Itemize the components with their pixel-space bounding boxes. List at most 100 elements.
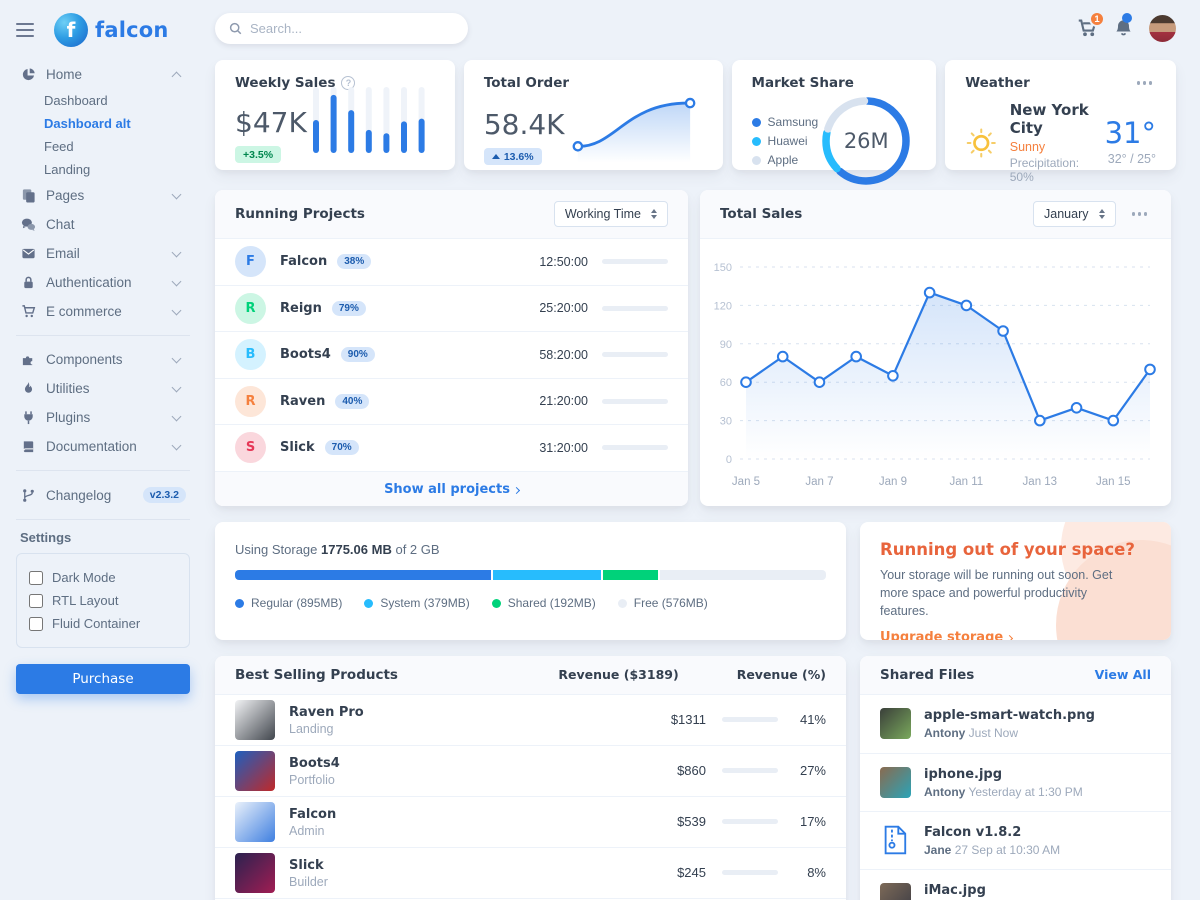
topbar: 1 [215, 0, 1176, 56]
list-item: Falcon v1.8.2 Jane 27 Sep at 10:30 AM [860, 811, 1171, 869]
project-progress-badge: 90% [341, 347, 375, 362]
running-projects-card: Running Projects Working Time F Falcon 3… [215, 190, 688, 506]
chevron-up-icon [172, 71, 182, 81]
stats-row: Weekly Sales ? $47K +3.5% Total Order 58… [215, 60, 1176, 170]
product-name-link[interactable]: Boots4 [289, 756, 340, 771]
dark-mode-checkbox[interactable] [29, 571, 43, 585]
view-all-link[interactable]: View All [1095, 667, 1151, 682]
file-thumbnail [880, 883, 911, 900]
sidebar-item-ecommerce[interactable]: E commerce [16, 297, 190, 326]
storage-card: Using Storage 1775.06 MB of 2 GB Regular… [215, 522, 846, 640]
sidebar-item-email[interactable]: Email [16, 239, 190, 268]
rtl-layout-checkbox[interactable] [29, 594, 43, 608]
brand-name: falcon [95, 18, 169, 42]
revenue-pct-column-header: Revenue (%) [737, 667, 826, 682]
file-name-link[interactable]: apple-smart-watch.png [924, 708, 1095, 723]
chevron-down-icon [172, 353, 182, 363]
product-thumbnail [235, 802, 275, 842]
sidebar-item-components[interactable]: Components [16, 345, 190, 374]
ellipsis-menu-icon[interactable] [1128, 208, 1152, 220]
svg-text:30: 30 [720, 416, 732, 428]
ellipsis-menu-icon[interactable] [1133, 77, 1157, 89]
weather-range: 32° / 25° [1105, 152, 1156, 166]
fluid-container-checkbox[interactable] [29, 617, 43, 631]
file-name-link[interactable]: Falcon v1.8.2 [924, 825, 1021, 840]
sidebar-item-dashboard[interactable]: Dashboard [16, 89, 190, 112]
sidebar-item-changelog[interactable]: Changelog v2.3.2 [16, 480, 190, 510]
sidebar-divider [16, 519, 190, 520]
sidebar-item-plugins[interactable]: Plugins [16, 403, 190, 432]
svg-text:Jan 11: Jan 11 [950, 476, 984, 488]
lock-icon [20, 275, 36, 290]
sidebar-item-pages[interactable]: Pages [16, 181, 190, 210]
main-content: 1 Weekly Sales ? $47K +3.5% [200, 0, 1200, 900]
sidebar-toggle-button[interactable] [16, 20, 40, 40]
project-avatar: R [235, 293, 266, 324]
sidebar-item-home[interactable]: Home [16, 60, 190, 89]
bottom-row: Best Selling Products Revenue ($3189) Re… [215, 656, 1176, 900]
settings-heading: Settings [20, 530, 186, 545]
fluid-container-toggle[interactable]: Fluid Container [29, 612, 177, 635]
total-sales-title: Total Sales [720, 206, 802, 222]
storage-segment-regular [235, 570, 491, 580]
select-arrows-icon [651, 209, 657, 219]
svg-text:0: 0 [726, 454, 732, 466]
zip-file-icon [880, 825, 911, 856]
table-row: Boots4Portfolio $860 27% [215, 746, 846, 797]
sidebar-item-feed[interactable]: Feed [16, 135, 190, 158]
project-progress-badge: 70% [325, 440, 359, 455]
sun-icon [965, 120, 998, 166]
cart-button[interactable]: 1 [1077, 18, 1098, 38]
sidebar-item-authentication[interactable]: Authentication [16, 268, 190, 297]
user-avatar[interactable] [1149, 15, 1176, 42]
project-row-raven: R Raven 40% 21:20:00 [215, 379, 688, 426]
list-item: iphone.jpg Antony Yesterday at 1:30 PM [860, 753, 1171, 811]
market-share-legend: Samsung Huawei Apple [752, 113, 819, 170]
weather-card: Weather New York City Sunny Precipitatio… [945, 60, 1176, 170]
product-name-link[interactable]: Raven Pro [289, 705, 364, 720]
plug-icon [20, 410, 36, 425]
market-share-donut-chart: 26M [818, 93, 914, 189]
storage-segment-system [493, 570, 601, 580]
month-select[interactable]: January [1033, 201, 1115, 227]
purchase-button[interactable]: Purchase [16, 664, 190, 694]
notifications-button[interactable] [1114, 18, 1133, 38]
product-name-link[interactable]: Slick [289, 858, 324, 873]
dark-mode-toggle[interactable]: Dark Mode [29, 566, 177, 589]
svg-text:Jan 7: Jan 7 [805, 476, 833, 488]
sidebar-item-utilities[interactable]: Utilities [16, 374, 190, 403]
working-time-select[interactable]: Working Time [554, 201, 668, 227]
chevron-down-icon [172, 440, 182, 450]
show-all-projects-link[interactable]: Show all projects [384, 482, 519, 497]
svg-text:Jan 5: Jan 5 [732, 476, 760, 488]
weather-condition: Sunny [1010, 140, 1093, 154]
search-input[interactable] [250, 21, 454, 36]
search-box[interactable] [215, 13, 468, 44]
svg-text:Jan 9: Jan 9 [879, 476, 907, 488]
best-selling-products-card: Best Selling Products Revenue ($3189) Re… [215, 656, 846, 900]
sidebar-item-landing[interactable]: Landing [16, 158, 190, 181]
total-order-badge: 13.6% [484, 148, 542, 165]
revenue-progress-bar [722, 819, 778, 824]
shared-files-title: Shared Files [880, 667, 974, 683]
legend-dot [752, 156, 761, 165]
brand-logo[interactable]: f falcon [54, 13, 169, 47]
rtl-layout-toggle[interactable]: RTL Layout [29, 589, 177, 612]
file-name-link[interactable]: iMac.jpg [924, 883, 986, 898]
sidebar-item-chat[interactable]: Chat [16, 210, 190, 239]
revenue-progress-bar [722, 768, 778, 773]
sidebar-item-documentation[interactable]: Documentation [16, 432, 190, 461]
weekly-sales-value: $47K [235, 108, 307, 139]
puzzle-icon [20, 352, 36, 367]
chevron-down-icon [172, 305, 182, 315]
product-name-link[interactable]: Falcon [289, 807, 336, 822]
cart-count-badge: 1 [1089, 11, 1105, 27]
file-name-link[interactable]: iphone.jpg [924, 767, 1002, 782]
legend-dot [752, 118, 761, 127]
app-root: f falcon Home Dashboard Dashboard alt Fe… [0, 0, 1200, 900]
sidebar-item-dashboard-alt[interactable]: Dashboard alt [16, 112, 190, 135]
svg-text:Jan 15: Jan 15 [1096, 476, 1131, 488]
upgrade-storage-link[interactable]: Upgrade storage [880, 630, 1012, 640]
legend-dot [752, 137, 761, 146]
project-row-boots4: B Boots4 90% 58:20:00 [215, 332, 688, 379]
